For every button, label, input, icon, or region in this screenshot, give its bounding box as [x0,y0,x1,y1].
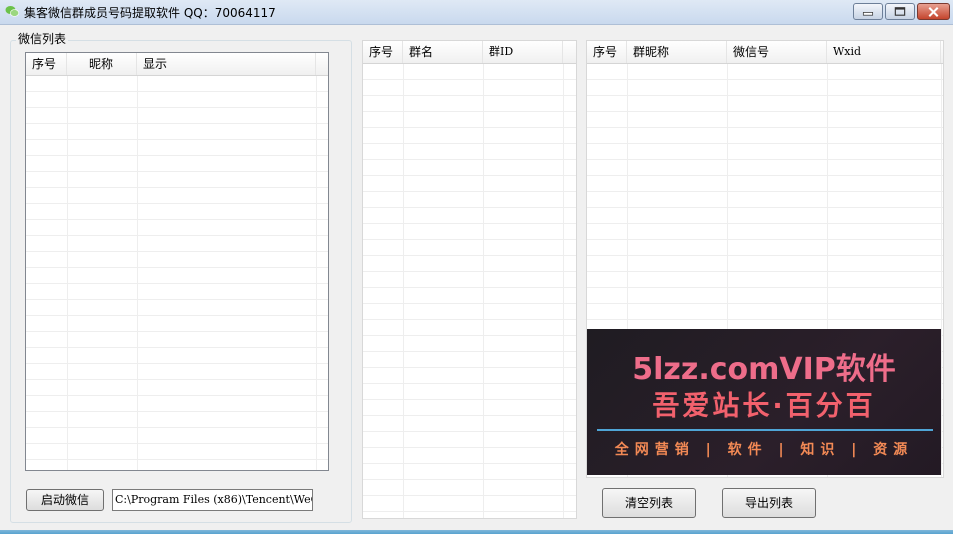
column-header-filler [316,53,328,75]
start-wechat-button[interactable]: 启动微信 [26,489,104,511]
clear-list-button[interactable]: 清空列表 [602,488,696,518]
wechat-list-body[interactable] [26,76,328,470]
window-bottom-border [0,530,953,534]
close-icon [928,7,939,17]
column-header-filler [941,41,943,63]
minimize-icon [862,12,874,16]
banner-tagline: 全网营销 | 软件 | 知识 | 资源 [614,442,914,458]
column-header-index[interactable]: 序号 [587,41,627,63]
wechat-path-input[interactable]: C:\Program Files (x86)\Tencent\WeChat [112,489,313,511]
group-list-body[interactable] [363,64,576,518]
banner-divider [597,429,933,431]
promo-banner[interactable]: 5lzz.comVIP软件 吾爱站长·百分百 全网营销 | 软件 | 知识 | … [587,329,941,475]
column-header-wechat-id[interactable]: 微信号 [727,41,827,63]
wechat-icon [5,6,19,17]
column-header-display[interactable]: 显示 [137,53,316,75]
column-header-index[interactable]: 序号 [363,41,403,63]
maximize-icon [894,7,906,16]
maximize-button[interactable] [885,3,915,20]
column-header-index[interactable]: 序号 [26,53,67,75]
member-list-header: 序号 群昵称 微信号 Wxid [587,41,943,64]
close-button[interactable] [917,3,950,20]
grid-line [137,76,138,470]
grid-line [316,76,317,470]
grid-line [483,64,484,518]
banner-subheadline: 吾爱站长·百分百 [652,391,876,422]
column-header-group-name[interactable]: 群名 [403,41,483,63]
group-listview[interactable]: 序号 群名 群ID [362,40,577,519]
column-header-filler [563,41,576,63]
grid-line [563,64,564,518]
export-list-button[interactable]: 导出列表 [722,488,816,518]
minimize-button[interactable] [853,3,883,20]
grid-line [67,76,68,470]
grid-line [403,64,404,518]
wechat-group-label: 微信列表 [16,30,69,47]
column-header-group-nickname[interactable]: 群昵称 [627,41,727,63]
column-header-nickname[interactable]: 昵称 [67,53,137,75]
wechat-list-header: 序号 昵称 显示 [26,53,328,76]
grid-line [941,64,942,477]
banner-headline: 5lzz.comVIP软件 [632,352,896,387]
column-header-group-id[interactable]: 群ID [483,41,563,63]
wechat-listview[interactable]: 序号 昵称 显示 [25,52,329,471]
column-header-wxid[interactable]: Wxid [827,41,941,63]
window-title: 集客微信群成员号码提取软件 QQ：70064117 [24,6,276,20]
title-bar[interactable]: 集客微信群成员号码提取软件 QQ：70064117 [0,0,953,25]
group-list-header: 序号 群名 群ID [363,41,576,64]
